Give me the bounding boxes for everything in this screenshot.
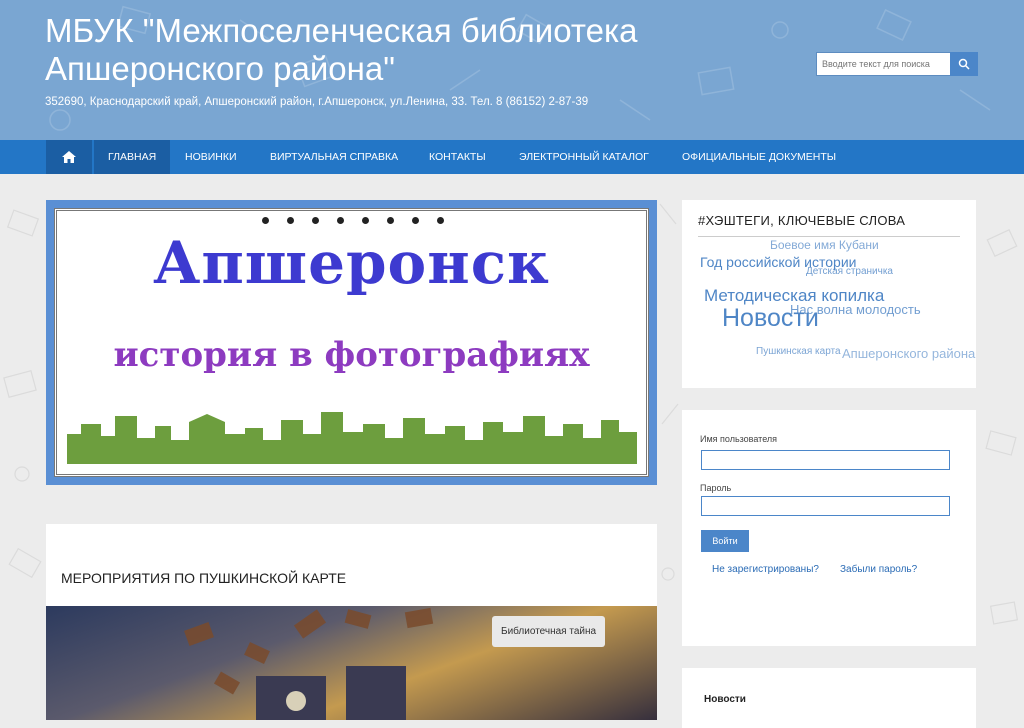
username-label: Имя пользователя <box>700 434 778 444</box>
photo-slider[interactable]: Апшеронск история в фотографиях <box>46 200 657 485</box>
news-widget-title: Новости <box>704 694 746 705</box>
login-widget: Имя пользователя Пароль Войти Не зарегис… <box>682 410 976 646</box>
register-link[interactable]: Не зарегистрированы? <box>712 564 819 575</box>
slider-dot[interactable] <box>412 217 419 224</box>
nav-item-documents[interactable]: Официальные документы <box>668 140 850 174</box>
tag-link[interactable]: Боевое имя Кубани <box>770 238 879 252</box>
slider-dot[interactable] <box>362 217 369 224</box>
post-image[interactable]: Библиотечная тайна <box>46 606 657 720</box>
slider-dot[interactable] <box>312 217 319 224</box>
nav-item-contacts[interactable]: Контакты <box>415 140 500 174</box>
main-nav: Главная Новинки Виртуальная справка Конт… <box>0 140 1024 174</box>
site-title[interactable]: МБУК "Межпоселенческая библиотека Апшеро… <box>45 12 765 88</box>
search-input[interactable] <box>816 52 950 76</box>
city-silhouette-image <box>67 412 637 464</box>
tag-link[interactable]: Новости <box>722 304 819 333</box>
password-label: Пароль <box>700 483 732 493</box>
forgot-password-link[interactable]: Забыли пароль? <box>840 564 917 575</box>
search-form <box>816 52 978 76</box>
slider-dot[interactable] <box>337 217 344 224</box>
search-button[interactable] <box>950 52 978 76</box>
tag-link[interactable]: Пушкинская карта <box>756 346 841 357</box>
slider-title: Апшеронск <box>153 229 550 297</box>
password-field[interactable] <box>701 496 950 516</box>
tag-link[interactable]: Детская страничка <box>806 266 893 277</box>
nav-home[interactable] <box>46 140 92 174</box>
slider-dots <box>262 217 444 224</box>
tag-link[interactable]: Апшеронского района <box>842 346 975 361</box>
post-title[interactable]: МЕРОПРИЯТИЯ ПО ПУШКИНСКОЙ КАРТЕ <box>61 570 346 586</box>
post-card: МЕРОПРИЯТИЯ ПО ПУШКИНСКОЙ КАРТЕ Библиоте… <box>46 524 657 720</box>
home-icon <box>62 151 76 163</box>
login-button[interactable]: Войти <box>701 530 749 552</box>
slider-subtitle: история в фотографиях <box>113 335 590 375</box>
nav-item-virtual-help[interactable]: Виртуальная справка <box>256 140 412 174</box>
nav-item-new-books[interactable]: Новинки <box>171 140 251 174</box>
tag-cloud: Боевое имя Кубани Год российской истории… <box>682 200 976 388</box>
nav-item-catalog[interactable]: Электронный каталог <box>505 140 663 174</box>
slider-frame: Апшеронск история в фотографиях <box>54 208 649 477</box>
username-field[interactable] <box>701 450 950 470</box>
slider-dot[interactable] <box>437 217 444 224</box>
slider-dot[interactable] <box>287 217 294 224</box>
post-category-badge[interactable]: Библиотечная тайна <box>492 616 606 647</box>
site-header: МБУК "Межпоселенческая библиотека Апшеро… <box>0 0 1024 140</box>
slider-dot[interactable] <box>387 217 394 224</box>
site-address: 352690, Краснодарский край, Апшеронский … <box>45 96 589 108</box>
news-widget: Новости <box>682 668 976 728</box>
nav-item-home[interactable]: Главная <box>94 140 171 174</box>
slider-dot[interactable] <box>262 217 269 224</box>
search-icon <box>958 58 970 70</box>
hashtags-widget: #ХЭШТЕГИ, КЛЮЧЕВЫЕ СЛОВА Боевое имя Куба… <box>682 200 976 388</box>
